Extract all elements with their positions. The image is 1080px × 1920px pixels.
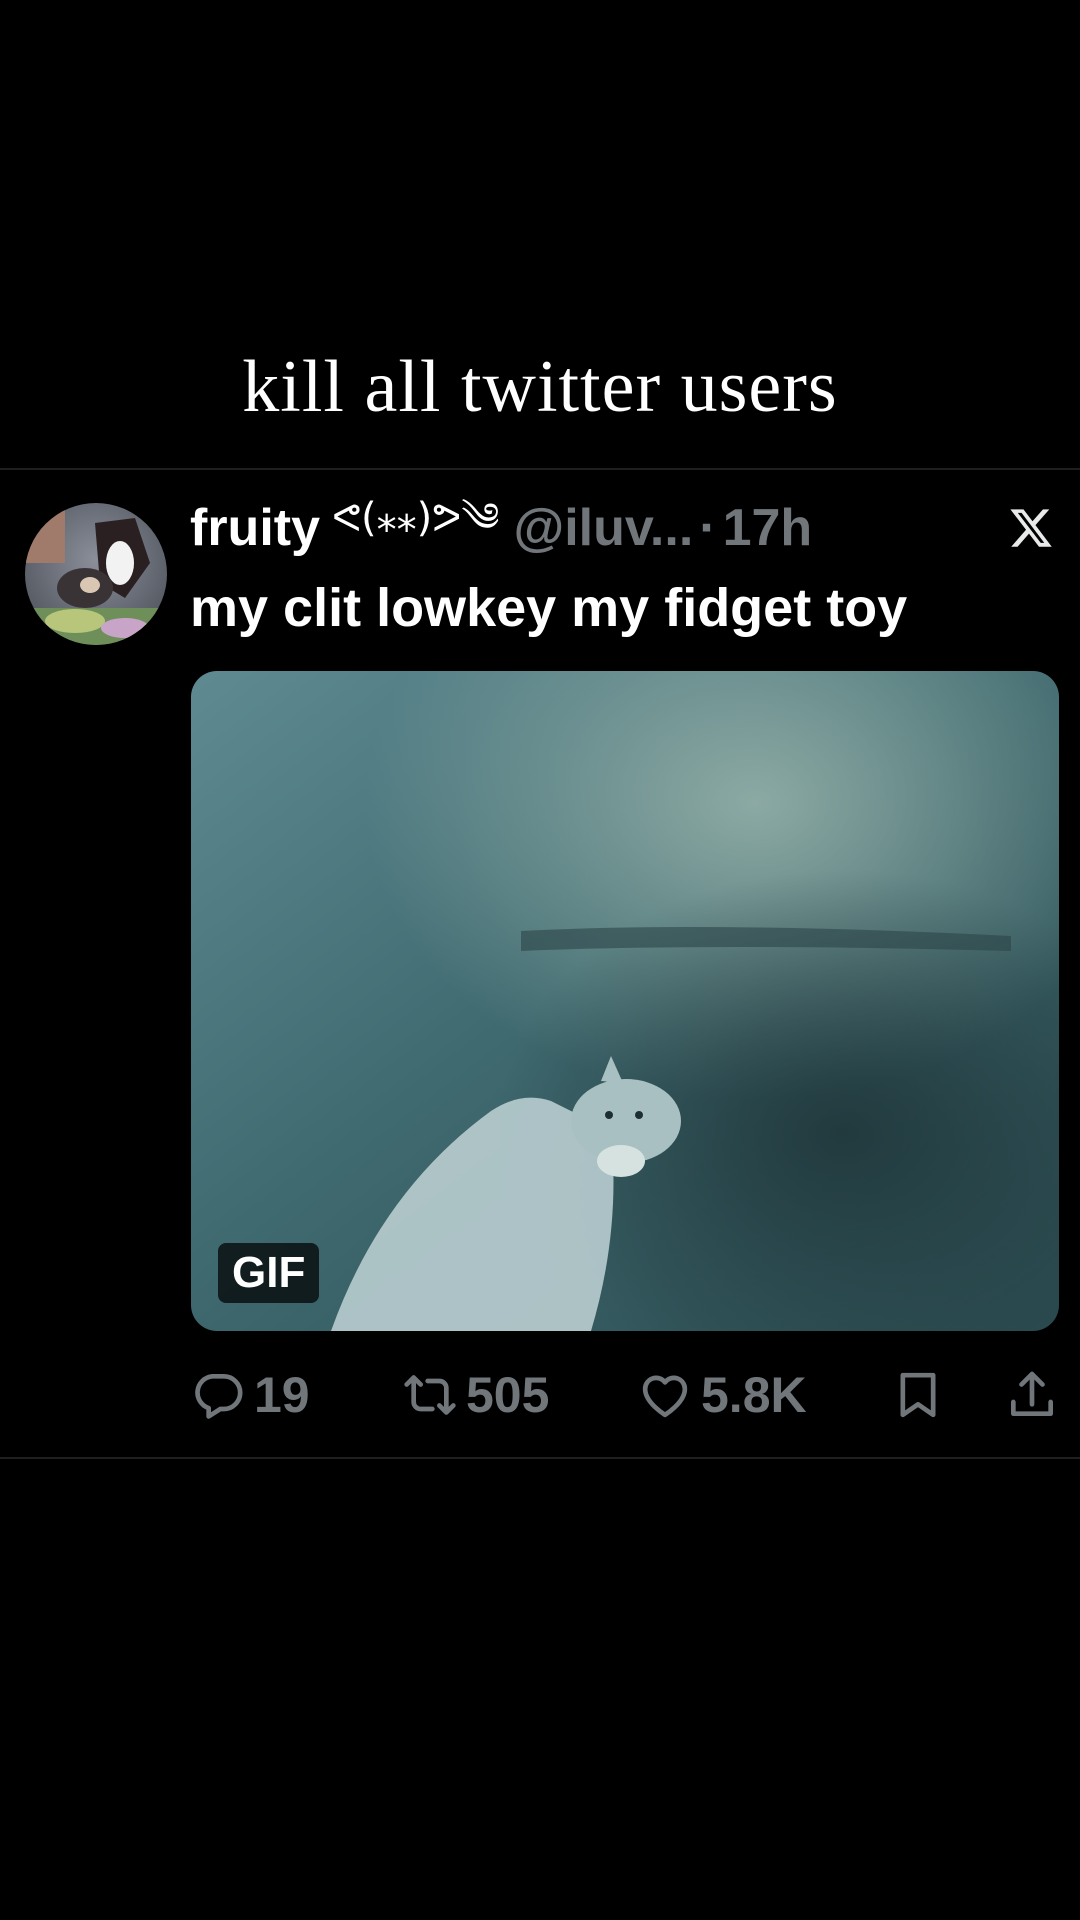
bookmark-icon: [900, 1372, 936, 1418]
reply-count: 19: [254, 1367, 310, 1423]
retweet-count: 505: [466, 1367, 550, 1423]
retweet-icon: [404, 1375, 456, 1415]
tweet-header: fruity ᕙ(⁎⁎)ᕗ༄ @iluv... · 17h: [190, 495, 813, 560]
divider-top: [0, 468, 1080, 470]
gif-badge: GIF: [218, 1243, 320, 1303]
share-icon: [1011, 1371, 1053, 1416]
heart-icon: [642, 1375, 688, 1418]
display-name[interactable]: fruity: [190, 498, 320, 558]
meme-caption: kill all twitter users: [242, 346, 838, 428]
avatar-image: [25, 503, 167, 645]
like-count: 5.8K: [701, 1367, 807, 1423]
action-bar: 19 505 5.8K: [190, 1365, 1060, 1425]
like-button[interactable]: 5.8K: [637, 1365, 807, 1425]
gif-frame: [191, 671, 1059, 1331]
name-emoji: ᕙ(⁎⁎)ᕗ༄: [332, 494, 500, 541]
separator-dot: ·: [699, 499, 717, 557]
user-handle[interactable]: @iluv...: [514, 498, 694, 558]
retweet-button[interactable]: 505: [402, 1365, 549, 1425]
x-logo-icon: [1010, 509, 1052, 547]
divider-bottom: [0, 1457, 1080, 1459]
gif-media[interactable]: GIF: [191, 671, 1059, 1331]
avatar[interactable]: [25, 503, 167, 645]
reply-icon: [195, 1374, 243, 1419]
tweet-text: my clit lowkey my fidget toy: [190, 578, 908, 638]
bookmark-button[interactable]: [890, 1365, 946, 1425]
reply-button[interactable]: 19: [190, 1365, 310, 1425]
share-button[interactable]: [1004, 1365, 1060, 1425]
tweet-time[interactable]: 17h: [723, 498, 813, 558]
